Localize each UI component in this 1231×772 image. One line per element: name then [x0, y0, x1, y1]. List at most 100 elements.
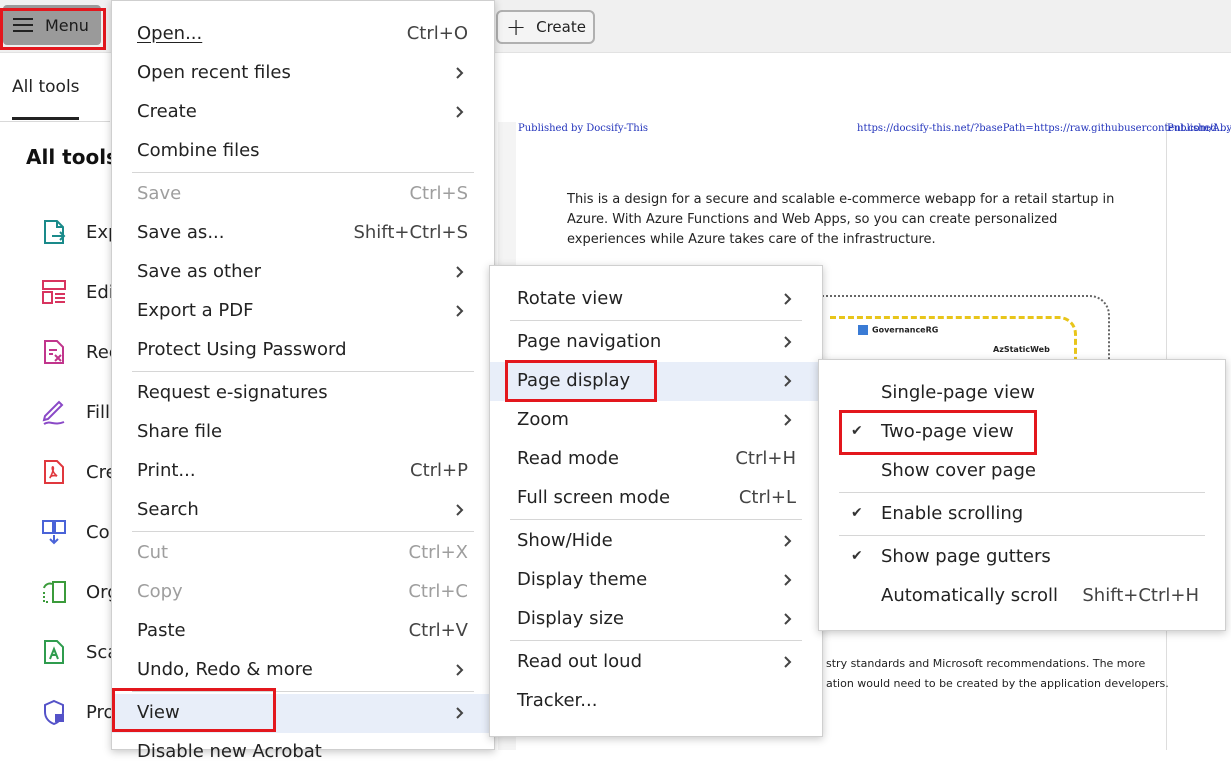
menu-separator: [839, 535, 1205, 536]
view-submenu: Rotate view Page navigation Page display…: [489, 265, 823, 737]
menu-item-label: Save as...: [137, 222, 225, 243]
menu-item-page-navigation[interactable]: Page navigation: [490, 323, 822, 362]
menu-button-label: Menu: [45, 15, 89, 35]
menu-item-label: Save: [137, 183, 182, 204]
menu-item-view[interactable]: View: [112, 694, 494, 733]
chevron-right-icon: [456, 305, 464, 317]
tool-combine-files[interactable]: Co: [40, 518, 110, 546]
menu-item-zoom[interactable]: Zoom: [490, 401, 822, 440]
menu-item-shortcut: Ctrl+C: [408, 581, 468, 602]
diagram-label-text: GovernanceRG: [872, 325, 939, 335]
menu-item-enable-scrolling[interactable]: ✔ Enable scrolling: [819, 495, 1225, 534]
chevron-right-icon: [456, 504, 464, 516]
menu-item-label: Copy: [137, 581, 183, 602]
menu-item-show-hide[interactable]: Show/Hide: [490, 522, 822, 561]
menu-item-label: Show cover page: [881, 460, 1037, 481]
menu-item-create[interactable]: Create: [112, 93, 494, 132]
tool-export-pdf[interactable]: Exp: [40, 218, 119, 246]
menu-item-label: Display size: [517, 608, 624, 629]
menu-item-rotate-view[interactable]: Rotate view: [490, 280, 822, 319]
menu-item-shortcut: Ctrl+L: [738, 487, 796, 508]
menu-item-disable-new-acrobat[interactable]: Disable new Acrobat: [112, 733, 494, 772]
menu-item-search[interactable]: Search: [112, 491, 494, 530]
tool-label: Co: [86, 521, 110, 543]
menu-item-label: Rotate view: [517, 288, 624, 309]
fill-sign-icon: [42, 400, 65, 425]
cube-icon: [858, 325, 868, 335]
menu-button[interactable]: Menu: [3, 5, 101, 45]
chevron-right-icon: [784, 336, 792, 348]
menu-item-single-page-view[interactable]: Single-page view: [819, 374, 1225, 413]
menu-item-open-recent[interactable]: Open recent files: [112, 54, 494, 93]
menu-item-shortcut: Ctrl+S: [409, 183, 468, 204]
menu-item-shortcut: Ctrl+P: [410, 460, 468, 481]
tool-protect[interactable]: Pro: [40, 698, 115, 726]
menu-item-label: Zoom: [517, 409, 569, 430]
menu-item-save-as-other[interactable]: Save as other: [112, 253, 494, 292]
all-tools-heading: All tools: [26, 145, 118, 169]
menu-separator: [132, 531, 474, 532]
menu-item-read-mode[interactable]: Read mode Ctrl+H: [490, 440, 822, 479]
menu-item-request-esignatures[interactable]: Request e-signatures: [112, 374, 494, 413]
menu-item-combine-files[interactable]: Combine files: [112, 132, 494, 171]
tool-create-pdf[interactable]: Cre: [40, 458, 117, 486]
menu-item-page-display[interactable]: Page display: [490, 362, 822, 401]
menu-item-read-out-loud[interactable]: Read out loud: [490, 643, 822, 682]
menu-item-shortcut: Ctrl+O: [406, 23, 468, 44]
menu-item-full-screen-mode[interactable]: Full screen mode Ctrl+L: [490, 479, 822, 518]
tool-organize-pages[interactable]: Org: [40, 578, 119, 606]
menu-item-label: Cut: [137, 542, 169, 563]
tab-all-tools[interactable]: All tools: [12, 77, 80, 97]
menu-item-label: Show/Hide: [517, 530, 613, 551]
menu-separator: [510, 519, 802, 520]
menu-item-label: Automatically scroll: [881, 585, 1059, 606]
menu-item-export-pdf[interactable]: Export a PDF: [112, 292, 494, 331]
menu-item-label: Print...: [137, 460, 196, 481]
menu-item-label: Enable scrolling: [881, 503, 1024, 524]
menu-item-label: Paste: [137, 620, 186, 641]
menu-item-label: Page navigation: [517, 331, 662, 352]
menu-item-undo-redo[interactable]: Undo, Redo & more: [112, 651, 494, 690]
tool-edit-pdf[interactable]: Edi: [40, 278, 114, 306]
page-header-left: Published by Docsify-This: [518, 123, 649, 134]
diagram-label-governance: GovernanceRG: [858, 325, 938, 335]
menu-item-label: Open recent files: [137, 62, 291, 83]
menu-item-copy: Copy Ctrl+C: [112, 573, 494, 612]
chevron-right-icon: [784, 293, 792, 305]
menu-item-label: Display theme: [517, 569, 648, 590]
menu-item-two-page-view[interactable]: ✔ Two-page view: [819, 413, 1225, 452]
create-button[interactable]: + Create: [496, 10, 595, 44]
menu-item-display-size[interactable]: Display size: [490, 600, 822, 639]
menu-item-shortcut: Shift+Ctrl+S: [353, 222, 468, 243]
menu-item-share-file[interactable]: Share file: [112, 413, 494, 452]
chevron-right-icon: [456, 266, 464, 278]
export-pdf-icon: [44, 220, 66, 244]
menu-item-show-cover-page[interactable]: Show cover page: [819, 452, 1225, 491]
menu-item-automatically-scroll[interactable]: Automatically scroll Shift+Ctrl+H: [819, 577, 1225, 616]
menu-separator: [132, 172, 474, 173]
tool-scan-ocr[interactable]: Sca: [40, 638, 118, 666]
edit-pdf-icon: [42, 280, 66, 304]
tool-label: Edi: [86, 281, 114, 303]
main-menu: Open... Ctrl+O Open recent files Create …: [111, 0, 495, 762]
menu-item-save-as[interactable]: Save as... Shift+Ctrl+S: [112, 214, 494, 253]
menu-item-label: Protect Using Password: [137, 339, 347, 360]
tool-fill-sign[interactable]: Fill: [40, 398, 110, 426]
menu-item-shortcut: Ctrl+X: [408, 542, 468, 563]
create-pdf-icon: [44, 460, 64, 484]
menu-separator: [132, 371, 474, 372]
menu-item-shortcut: Ctrl+H: [735, 448, 796, 469]
tool-redact[interactable]: Rec: [40, 338, 119, 366]
redact-icon: [44, 340, 64, 364]
menu-item-protect-password[interactable]: Protect Using Password: [112, 331, 494, 370]
menu-item-label: Two-page view: [881, 421, 1014, 442]
menu-item-display-theme[interactable]: Display theme: [490, 561, 822, 600]
chevron-right-icon: [784, 414, 792, 426]
menu-item-print[interactable]: Print... Ctrl+P: [112, 452, 494, 491]
menu-item-paste[interactable]: Paste Ctrl+V: [112, 612, 494, 651]
menu-item-show-page-gutters[interactable]: ✔ Show page gutters: [819, 538, 1225, 577]
menu-item-label: Disable new Acrobat: [137, 741, 322, 762]
menu-item-label: Undo, Redo & more: [137, 659, 313, 680]
menu-item-tracker[interactable]: Tracker...: [490, 682, 822, 721]
menu-item-open[interactable]: Open... Ctrl+O: [112, 15, 494, 54]
